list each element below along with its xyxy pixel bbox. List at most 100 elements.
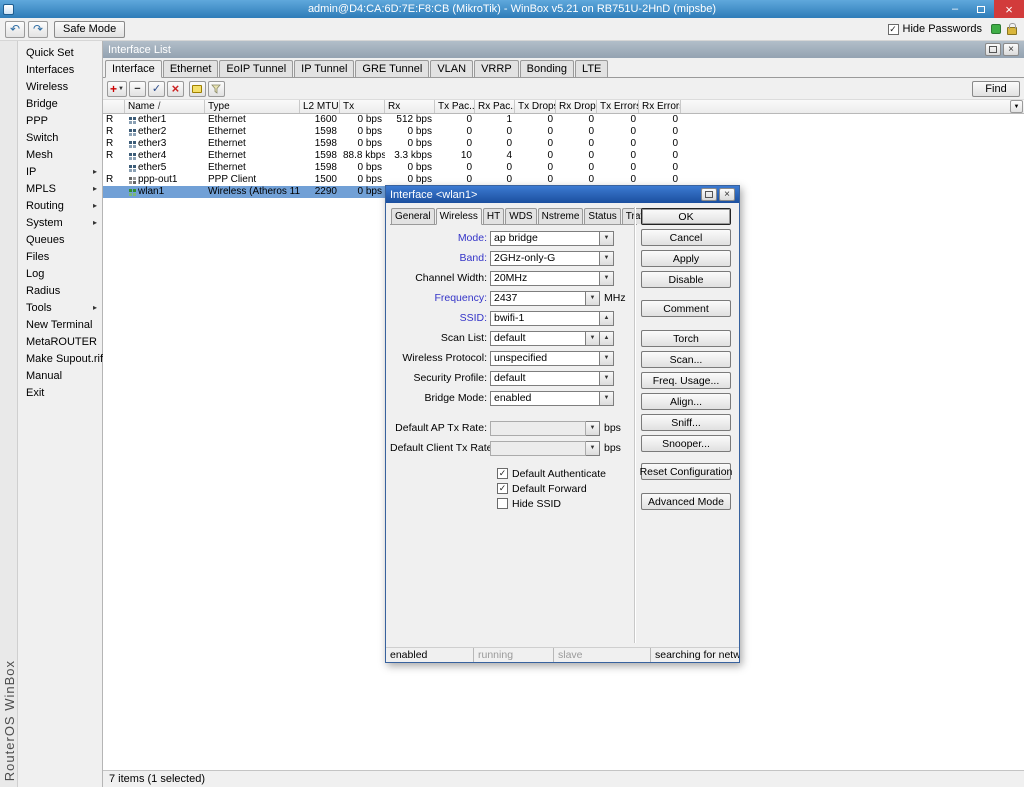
dialog-tab-wireless[interactable]: Wireless [436, 208, 482, 225]
column-header-tx-pac[interactable]: Tx Pac... [435, 100, 475, 113]
tab-vrrp[interactable]: VRRP [474, 60, 519, 77]
default-forward-checkbox[interactable]: ✓Default Forward [497, 481, 640, 496]
mode-input[interactable]: ap bridge [490, 231, 600, 246]
dialog-tab-nstreme[interactable]: Nstreme [538, 208, 584, 224]
security-profile-input[interactable]: default [490, 371, 600, 386]
dialog-tab-general[interactable]: General [391, 208, 435, 224]
hide-passwords-checkbox[interactable]: ✓ Hide Passwords [888, 23, 982, 35]
comment-button[interactable]: Comment [641, 300, 731, 317]
find-button[interactable]: Find [972, 81, 1020, 97]
sidebar-item-metarouter[interactable]: MetaROUTER [18, 333, 102, 350]
tab-ip-tunnel[interactable]: IP Tunnel [294, 60, 354, 77]
ssid-input[interactable]: bwifi-1 [490, 311, 600, 326]
dialog-tab-ht[interactable]: HT [483, 208, 504, 224]
dropdown-arrow-icon[interactable]: ▼ [586, 331, 600, 346]
advanced-mode-button[interactable]: Advanced Mode [641, 493, 731, 510]
add-interface-button[interactable]: +▼ [107, 81, 127, 97]
dropdown-arrow-icon[interactable]: ▼ [600, 271, 614, 286]
sidebar-item-log[interactable]: Log [18, 265, 102, 282]
interface-row-ether5[interactable]: ether5Ethernet15980 bps0 bps000000 [103, 162, 681, 174]
filter-button[interactable] [208, 81, 225, 97]
safe-mode-button[interactable]: Safe Mode [54, 21, 125, 38]
sidebar-item-interfaces[interactable]: Interfaces [18, 61, 102, 78]
scan-list-input[interactable]: default [490, 331, 586, 346]
disable-button[interactable]: × [167, 81, 184, 97]
apply-button[interactable]: Apply [641, 250, 731, 267]
interface-row-ether2[interactable]: Rether2Ethernet15980 bps0 bps000000 [103, 126, 681, 138]
hide-ssid-checkbox[interactable]: Hide SSID [497, 496, 640, 511]
enable-button[interactable]: ✓ [148, 81, 165, 97]
dropdown-arrow-icon[interactable]: ▼ [600, 351, 614, 366]
interface-row-ether3[interactable]: Rether3Ethernet15980 bps0 bps000000 [103, 138, 681, 150]
cancel-button[interactable]: Cancel [641, 229, 731, 246]
sidebar-item-new-terminal[interactable]: New Terminal [18, 316, 102, 333]
expand-arrow-icon[interactable]: ▲ [600, 331, 614, 346]
dropdown-arrow-icon[interactable]: ▼ [600, 251, 614, 266]
interface-list-close-button[interactable]: × [1003, 43, 1019, 56]
sidebar-item-ip[interactable]: IP▸ [18, 163, 102, 180]
remove-button[interactable]: − [129, 81, 146, 97]
column-header-rx-pac[interactable]: Rx Pac... [475, 100, 515, 113]
reset-configuration-button[interactable]: Reset Configuration [641, 463, 731, 480]
column-header-name[interactable]: Name/ [125, 100, 205, 113]
interface-row-ether1[interactable]: Rether1Ethernet16000 bps512 bps010000 [103, 114, 681, 126]
dialog-tab-status[interactable]: Status [584, 208, 620, 224]
dialog-restore-button[interactable] [701, 188, 717, 201]
column-header-tx-drops[interactable]: Tx Drops [515, 100, 556, 113]
column-header-flags[interactable] [103, 100, 125, 113]
tab-interface[interactable]: Interface [105, 60, 162, 78]
dropdown-arrow-icon[interactable]: ▼ [586, 441, 600, 456]
sidebar-item-quick-set[interactable]: Quick Set [18, 44, 102, 61]
redo-button[interactable]: ↷ [28, 21, 48, 38]
disable-button[interactable]: Disable [641, 271, 731, 288]
freq-usage-button[interactable]: Freq. Usage... [641, 372, 731, 389]
torch-button[interactable]: Torch [641, 330, 731, 347]
dialog-titlebar[interactable]: Interface <wlan1> × [386, 186, 739, 203]
snooper-button[interactable]: Snooper... [641, 435, 731, 452]
column-header-tx[interactable]: Tx [340, 100, 385, 113]
sidebar-item-switch[interactable]: Switch [18, 129, 102, 146]
sidebar-item-radius[interactable]: Radius [18, 282, 102, 299]
sidebar-item-system[interactable]: System▸ [18, 214, 102, 231]
sidebar-item-queues[interactable]: Queues [18, 231, 102, 248]
sidebar-item-mesh[interactable]: Mesh [18, 146, 102, 163]
frequency-input[interactable]: 2437 [490, 291, 586, 306]
column-header-tx-errors[interactable]: Tx Errors [597, 100, 639, 113]
expand-arrow-icon[interactable]: ▲ [600, 311, 614, 326]
column-select-button[interactable]: ▼ [1010, 100, 1023, 113]
align-button[interactable]: Align... [641, 393, 731, 410]
sidebar-item-bridge[interactable]: Bridge [18, 95, 102, 112]
tab-gre-tunnel[interactable]: GRE Tunnel [355, 60, 429, 77]
close-button[interactable]: × [994, 0, 1024, 18]
interface-list-restore-button[interactable] [985, 43, 1001, 56]
column-header-type[interactable]: Type [205, 100, 300, 113]
sidebar-item-wireless[interactable]: Wireless [18, 78, 102, 95]
column-header-rx-drops[interactable]: Rx Drops [556, 100, 597, 113]
dialog-tab-wds[interactable]: WDS [505, 208, 536, 224]
bridge-mode-input[interactable]: enabled [490, 391, 600, 406]
sidebar-item-make-supout-rif[interactable]: Make Supout.rif [18, 350, 102, 367]
column-header-l2-mtu[interactable]: L2 MTU [300, 100, 340, 113]
maximize-button[interactable] [968, 0, 994, 18]
wireless-protocol-input[interactable]: unspecified [490, 351, 600, 366]
band-input[interactable]: 2GHz-only-G [490, 251, 600, 266]
sidebar-item-tools[interactable]: Tools▸ [18, 299, 102, 316]
sidebar-item-mpls[interactable]: MPLS▸ [18, 180, 102, 197]
tab-ethernet[interactable]: Ethernet [163, 60, 219, 77]
tab-lte[interactable]: LTE [575, 60, 608, 77]
sidebar-item-manual[interactable]: Manual [18, 367, 102, 384]
dropdown-arrow-icon[interactable]: ▼ [586, 291, 600, 306]
minimize-button[interactable]: – [942, 0, 968, 18]
dialog-close-button[interactable]: × [719, 188, 735, 201]
scan-button[interactable]: Scan... [641, 351, 731, 368]
dropdown-arrow-icon[interactable]: ▼ [600, 231, 614, 246]
default-client-tx-rate-input[interactable] [490, 441, 586, 456]
tab-eoip-tunnel[interactable]: EoIP Tunnel [219, 60, 293, 77]
ok-button[interactable]: OK [641, 208, 731, 225]
comment-button[interactable] [189, 81, 206, 97]
sidebar-item-ppp[interactable]: PPP [18, 112, 102, 129]
undo-button[interactable]: ↶ [5, 21, 25, 38]
sidebar-item-routing[interactable]: Routing▸ [18, 197, 102, 214]
default-authenticate-checkbox[interactable]: ✓Default Authenticate [497, 466, 640, 481]
sidebar-item-exit[interactable]: Exit [18, 384, 102, 401]
